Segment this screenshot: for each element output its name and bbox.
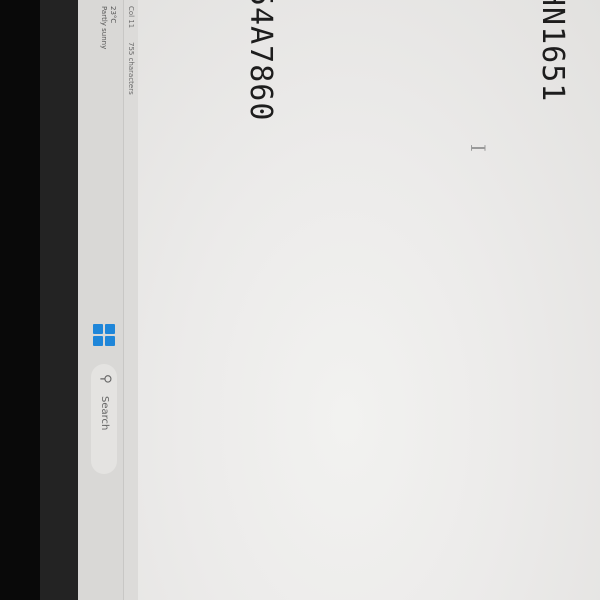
text-cursor-icon: I [466,144,490,152]
search-label: Search [99,396,110,431]
laptop-screen: HN1651 I 54A7860 Col 11 755 characters 2… [0,0,600,600]
taskbar: 23°C Partly sunny ⚲ Search ▲ [77,0,124,600]
weather-widget[interactable]: 23°C Partly sunny [99,6,117,49]
taskbar-search[interactable]: ⚲ Search [91,364,117,474]
search-icon: ⚲ [98,374,113,384]
bezel-edge [0,0,40,600]
status-bar: Col 11 755 characters [124,0,138,600]
character-count: 755 characters [127,42,135,95]
screen-bezel: ■ [40,0,78,600]
notepad-editor[interactable]: HN1651 I 54A7860 [138,0,600,600]
cursor-position: Col 11 [127,6,135,29]
document-line-1: HN1651 [535,0,570,103]
document-line-2: 54A7860 [243,0,278,122]
weather-description: Partly sunny [100,6,108,50]
windows-start-icon[interactable] [93,324,115,346]
weather-temperature: 23°C [109,6,117,24]
